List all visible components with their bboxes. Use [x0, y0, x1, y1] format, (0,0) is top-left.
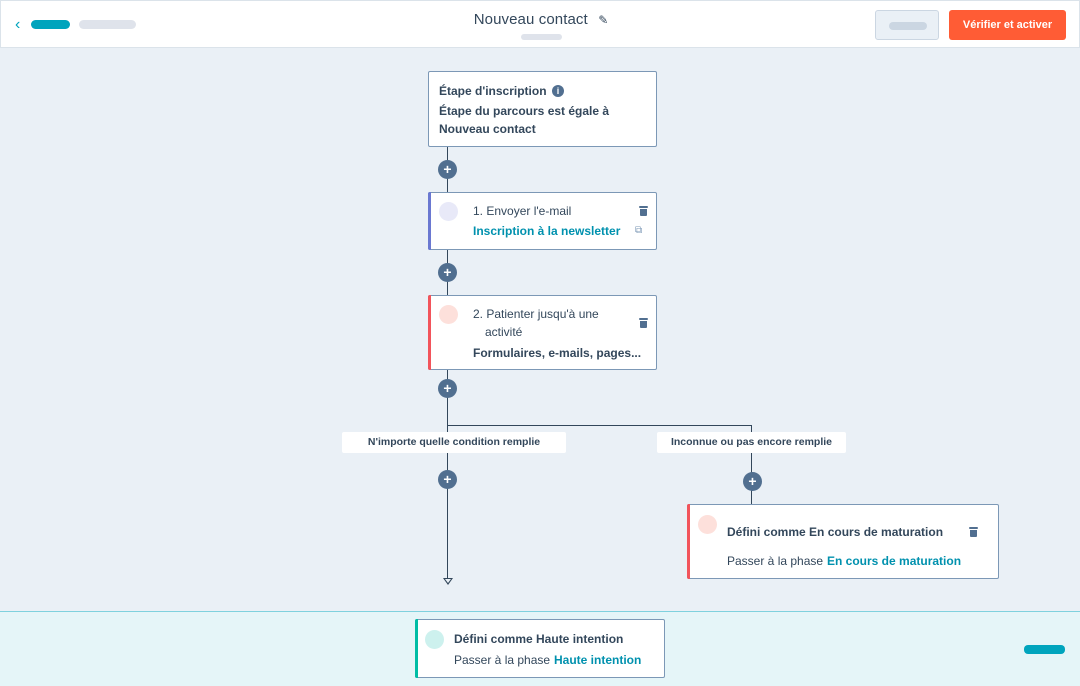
review-and-activate-button[interactable]: Vérifier et activer: [949, 10, 1066, 40]
secondary-button[interactable]: [875, 10, 939, 40]
trigger-heading: Étape d'inscription: [439, 84, 547, 98]
add-action-button[interactable]: +: [438, 160, 457, 179]
action-avatar: [439, 202, 458, 221]
trash-icon[interactable]: [639, 318, 648, 328]
add-action-button[interactable]: +: [438, 263, 457, 282]
workflow-subtitle-placeholder: [521, 34, 562, 40]
goal-title: Défini comme Haute intention: [454, 632, 624, 646]
card-accent-bar: [415, 619, 418, 678]
action-label-line2: activité: [485, 325, 523, 339]
external-link-icon[interactable]: ⧉: [635, 225, 642, 236]
top-bar: ‹ Nouveau contact ✎ Vérifier et activer: [0, 0, 1080, 48]
set-lifecycle-stage-card[interactable]: Défini comme En cours de maturation Pass…: [687, 504, 999, 579]
card-accent-bar: [428, 192, 431, 250]
trash-icon[interactable]: [969, 527, 978, 537]
branch-label-not-met[interactable]: Inconnue ou pas encore remplie: [657, 432, 846, 453]
card-accent-bar: [687, 504, 690, 579]
send-email-action-card[interactable]: 1. Envoyer l'e-mail Inscription à la new…: [428, 192, 657, 250]
branch-label-condition-met[interactable]: N'importe quelle condition remplie: [342, 432, 566, 453]
goal-card[interactable]: Défini comme Haute intention Passer à la…: [415, 619, 665, 678]
action-avatar: [698, 515, 717, 534]
arrow-head-inner: [445, 579, 451, 583]
action-detail-prefix: Passer à la phase: [727, 554, 824, 568]
action-label-line1: 2. Patienter jusqu'à une: [473, 307, 599, 321]
goal-detail-prefix: Passer à la phase: [454, 653, 551, 667]
trigger-criteria-value: Nouveau contact: [439, 122, 536, 136]
add-action-button[interactable]: +: [743, 472, 762, 491]
add-action-button[interactable]: +: [438, 470, 457, 489]
footer-action-pill[interactable]: [1024, 645, 1065, 654]
action-title: Défini comme En cours de maturation: [727, 525, 944, 539]
card-accent-bar: [428, 295, 431, 370]
action-avatar: [439, 305, 458, 324]
goal-stage-link[interactable]: Haute intention: [554, 653, 641, 667]
enrollment-trigger-card[interactable]: Étape d'inscription i Étape du parcours …: [428, 71, 657, 147]
trigger-criteria-line: Étape du parcours est égale à: [439, 104, 610, 118]
trash-icon[interactable]: [639, 206, 648, 216]
info-icon[interactable]: i: [552, 85, 564, 97]
workflow-title[interactable]: Nouveau contact: [474, 11, 588, 28]
stage-link[interactable]: En cours de maturation: [827, 554, 961, 568]
email-link[interactable]: Inscription à la newsletter: [473, 224, 620, 238]
connector-line: [447, 425, 752, 426]
pencil-icon[interactable]: ✎: [598, 13, 608, 27]
add-action-button[interactable]: +: [438, 379, 457, 398]
action-label: 1. Envoyer l'e-mail: [473, 204, 572, 218]
goal-avatar: [425, 630, 444, 649]
secondary-button-label-placeholder: [889, 22, 927, 30]
action-detail: Formulaires, e-mails, pages...: [473, 346, 642, 360]
delay-until-event-card[interactable]: 2. Patienter jusqu'à une activité Formul…: [428, 295, 657, 370]
